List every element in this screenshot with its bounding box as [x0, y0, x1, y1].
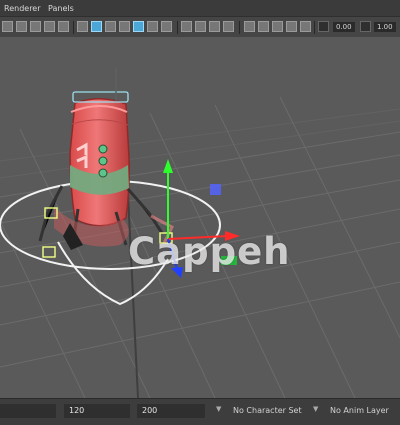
camera-icon[interactable] — [181, 21, 192, 32]
resolution-gate-icon[interactable] — [209, 21, 220, 32]
layout-icon[interactable] — [258, 21, 269, 32]
toolbar-separator — [73, 21, 74, 34]
move-tool-icon[interactable] — [30, 21, 41, 32]
frame-all-icon[interactable] — [286, 21, 297, 32]
camera-list-icon[interactable] — [272, 21, 283, 32]
frame-selected-icon[interactable] — [300, 21, 311, 32]
menu-bar: Renderer Panels — [0, 0, 400, 16]
backface-icon[interactable] — [147, 21, 158, 32]
exposure-value[interactable]: 0.00 — [333, 22, 355, 32]
scene-canvas — [0, 68, 400, 398]
shadow-icon[interactable] — [161, 21, 172, 32]
toolbar-separator — [177, 21, 178, 34]
anim-layer-dropdown-icon[interactable]: ▼ — [313, 405, 323, 415]
frame-start-field[interactable] — [0, 404, 56, 418]
lighting-icon[interactable] — [119, 21, 130, 32]
viewport-toolbar: 0.00 1.00 — [0, 16, 400, 38]
character-set-label[interactable]: No Character Set — [233, 406, 302, 415]
timeline-status-bar: 120 200 ▼ No Character Set ▼ No Anim Lay… — [0, 398, 400, 425]
texture-icon[interactable] — [105, 21, 116, 32]
lasso-tool-icon[interactable] — [16, 21, 27, 32]
anim-layer-label[interactable]: No Anim Layer — [330, 406, 389, 415]
watermark: Cappeh — [128, 230, 291, 273]
gate-mask-icon[interactable] — [223, 21, 234, 32]
3d-viewport[interactable]: Cappeh — [0, 37, 400, 398]
select-tool-icon[interactable] — [2, 21, 13, 32]
toolbar-separator — [239, 21, 240, 34]
grid-icon[interactable] — [244, 21, 255, 32]
character-set-dropdown-icon[interactable]: ▼ — [216, 405, 226, 415]
rotate-tool-icon[interactable] — [44, 21, 55, 32]
film-gate-icon[interactable] — [195, 21, 206, 32]
shading-icon[interactable] — [77, 21, 88, 32]
robot-character[interactable] — [38, 68, 174, 250]
xray-icon[interactable] — [133, 21, 144, 32]
range-end-field[interactable]: 200 — [137, 404, 205, 418]
exposure-icon[interactable] — [318, 21, 329, 32]
gamma-value[interactable]: 1.00 — [374, 22, 396, 32]
wireframe-on-shaded-icon[interactable] — [91, 21, 102, 32]
menu-renderer[interactable]: Renderer — [4, 4, 41, 13]
frame-end-field[interactable]: 120 — [64, 404, 130, 418]
menu-panels[interactable]: Panels — [48, 4, 74, 13]
gamma-icon[interactable] — [360, 21, 371, 32]
toolbar-separator — [314, 21, 315, 34]
scale-tool-icon[interactable] — [58, 21, 69, 32]
